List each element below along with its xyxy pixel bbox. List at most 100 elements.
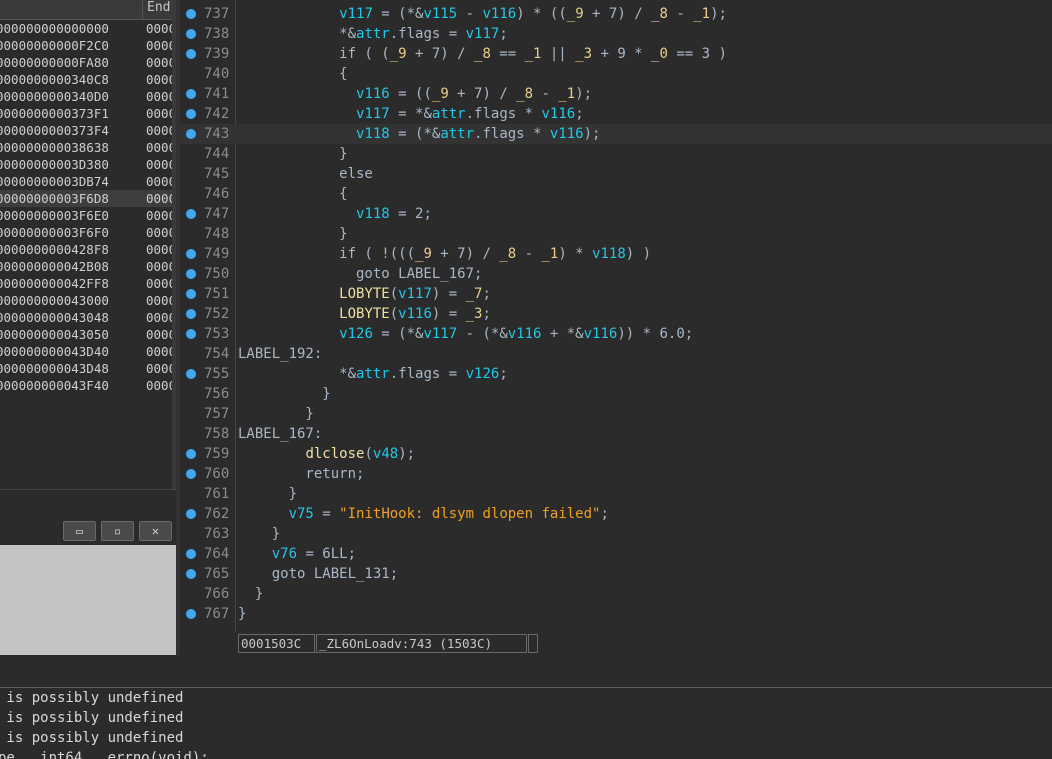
code-token: }	[238, 226, 348, 242]
breakpoint-dot-icon[interactable]	[186, 89, 196, 99]
code-token: -	[667, 6, 694, 22]
code-token: );	[710, 6, 727, 22]
segment-row[interactable]: 00000000000FA80 0000	[0, 54, 176, 71]
column-header-start[interactable]	[0, 1, 143, 19]
segment-row[interactable]: 000000000043000 0000	[0, 292, 176, 309]
segment-row[interactable]: 0000000000340D0 0000	[0, 88, 176, 105]
code-line[interactable]: 742 v117 = *&attr.flags * v116;	[180, 104, 1052, 124]
breakpoint-dot-icon[interactable]	[186, 569, 196, 579]
segment-row[interactable]: 000000000043048 0000	[0, 309, 176, 326]
code-text: LABEL_192:	[238, 344, 322, 364]
code-token: }	[238, 486, 298, 502]
breakpoint-dot-icon[interactable]	[186, 289, 196, 299]
segment-row[interactable]: 00000000003F6F0 0000	[0, 224, 176, 241]
code-line[interactable]: 751 LOBYTE(v117) = _7;	[180, 284, 1052, 304]
breakpoint-dot-icon[interactable]	[186, 469, 196, 479]
code-line[interactable]: 750 goto LABEL_167;	[180, 264, 1052, 284]
breakpoint-dot-icon[interactable]	[186, 109, 196, 119]
code-line[interactable]: 739 if ( (_9 + 7) / _8 == _1 || _3 + 9 *…	[180, 44, 1052, 64]
restore-window-icon[interactable]: ▭	[63, 521, 96, 541]
pseudocode-view[interactable]: 737 v117 = (*&v115 - v116) * ((_9 + 7) /…	[180, 0, 1052, 632]
code-line[interactable]: 743 v118 = (*&attr.flags * v116);	[180, 124, 1052, 144]
segment-row[interactable]: 000000000038638 0000	[0, 139, 176, 156]
code-line[interactable]: 756 }	[180, 384, 1052, 404]
code-token: .flags *	[465, 106, 542, 122]
segment-row[interactable]: 0000000000340C8 0000	[0, 71, 176, 88]
output-window[interactable]: is possibly undefined is possibly undefi…	[0, 688, 1052, 759]
breakpoint-dot-icon[interactable]	[186, 49, 196, 59]
breakpoint-dot-icon[interactable]	[186, 609, 196, 619]
code-token: attr	[431, 106, 466, 122]
output-line: pe int64 errno(void);	[0, 750, 209, 759]
segment-row[interactable]: 00000000003DB74 0000	[0, 173, 176, 190]
breakpoint-dot-icon[interactable]	[186, 209, 196, 219]
code-line[interactable]: 737 v117 = (*&v115 - v116) * ((_9 + 7) /…	[180, 4, 1052, 24]
code-line[interactable]: 753 v126 = (*&v117 - (*&v116 + *&v116)) …	[180, 324, 1052, 344]
code-line[interactable]: 766 }	[180, 584, 1052, 604]
code-line[interactable]: 755 *&attr.flags = v126;	[180, 364, 1052, 384]
code-line[interactable]: 741 v116 = ((_9 + 7) / _8 - _1);	[180, 84, 1052, 104]
code-line[interactable]: 764 v76 = 6LL;	[180, 544, 1052, 564]
segment-row[interactable]: 000000000043F40 0000	[0, 377, 176, 394]
code-line[interactable]: 758 LABEL_167:	[180, 424, 1052, 444]
code-line[interactable]: 759 dlclose(v48);	[180, 444, 1052, 464]
close-window-icon[interactable]: ✕	[139, 521, 172, 541]
breakpoint-dot-icon[interactable]	[186, 29, 196, 39]
code-line[interactable]: 757 }	[180, 404, 1052, 424]
breakpoint-dot-icon[interactable]	[186, 449, 196, 459]
segment-start-address: 0000000000373F4	[0, 123, 109, 138]
code-line[interactable]: 761 }	[180, 484, 1052, 504]
code-token: _9	[566, 6, 584, 22]
code-line[interactable]: 763 }	[180, 524, 1052, 544]
code-token: -	[516, 246, 542, 262]
code-line[interactable]: 740 {	[180, 64, 1052, 84]
segment-row[interactable]: 00000000003D380 0000	[0, 156, 176, 173]
code-token: }	[238, 386, 331, 402]
segment-row[interactable]: 000000000000000 0000	[0, 20, 176, 37]
code-line[interactable]: 762 v75 = "InitHook: dlsym dlopen failed…	[180, 504, 1052, 524]
breakpoint-dot-icon[interactable]	[186, 129, 196, 139]
code-line[interactable]: 760 return;	[180, 464, 1052, 484]
code-line[interactable]: 745 else	[180, 164, 1052, 184]
code-line[interactable]: 754 LABEL_192:	[180, 344, 1052, 364]
segment-row[interactable]: 00000000000F2C0 0000	[0, 37, 176, 54]
breakpoint-dot-icon[interactable]	[186, 309, 196, 319]
segment-row[interactable]: 000000000043D40 0000	[0, 343, 176, 360]
breakpoint-dot-icon[interactable]	[186, 269, 196, 279]
code-line[interactable]: 752 LOBYTE(v116) = _3;	[180, 304, 1052, 324]
breakpoint-dot-icon[interactable]	[186, 9, 196, 19]
code-line[interactable]: 738 *&attr.flags = v117;	[180, 24, 1052, 44]
code-token: v116	[583, 326, 618, 342]
segment-row[interactable]: 000000000042FF8 0000	[0, 275, 176, 292]
segment-row[interactable]: 0000000000428F8 0000	[0, 241, 176, 258]
segment-row[interactable]: 00000000003F6E0 0000	[0, 207, 176, 224]
breakpoint-dot-icon[interactable]	[186, 369, 196, 379]
code-line[interactable]: 748 }	[180, 224, 1052, 244]
code-line[interactable]: 749 if ( !(((_9 + 7) / _8 - _1) * v118) …	[180, 244, 1052, 264]
code-line[interactable]: 744 }	[180, 144, 1052, 164]
code-line[interactable]: 767}	[180, 604, 1052, 624]
float-window-icon[interactable]: ▫	[101, 521, 134, 541]
segment-row[interactable]: 00000000003F6D8 0000	[0, 190, 176, 207]
code-text: }	[238, 524, 280, 544]
code-line[interactable]: 746 {	[180, 184, 1052, 204]
breakpoint-dot-icon[interactable]	[186, 249, 196, 259]
code-token: }	[238, 606, 247, 622]
line-number: 742	[204, 106, 230, 122]
segment-row[interactable]: 000000000043050 0000	[0, 326, 176, 343]
code-token: _8	[474, 46, 491, 62]
breakpoint-dot-icon[interactable]	[186, 549, 196, 559]
code-line[interactable]: 765 goto LABEL_131;	[180, 564, 1052, 584]
segment-row[interactable]: 000000000042B08 0000	[0, 258, 176, 275]
column-header-end[interactable]: End	[147, 0, 170, 15]
segment-row[interactable]: 0000000000373F1 0000	[0, 105, 176, 122]
code-token: );	[583, 126, 601, 142]
segment-row[interactable]: 000000000043D48 0000	[0, 360, 176, 377]
code-line[interactable]: 747 v118 = 2;	[180, 204, 1052, 224]
breakpoint-dot-icon[interactable]	[186, 329, 196, 339]
segment-start-address: 0000000000340C8	[0, 72, 109, 87]
segment-row[interactable]: 0000000000373F4 0000	[0, 122, 176, 139]
breakpoint-dot-icon[interactable]	[186, 509, 196, 519]
